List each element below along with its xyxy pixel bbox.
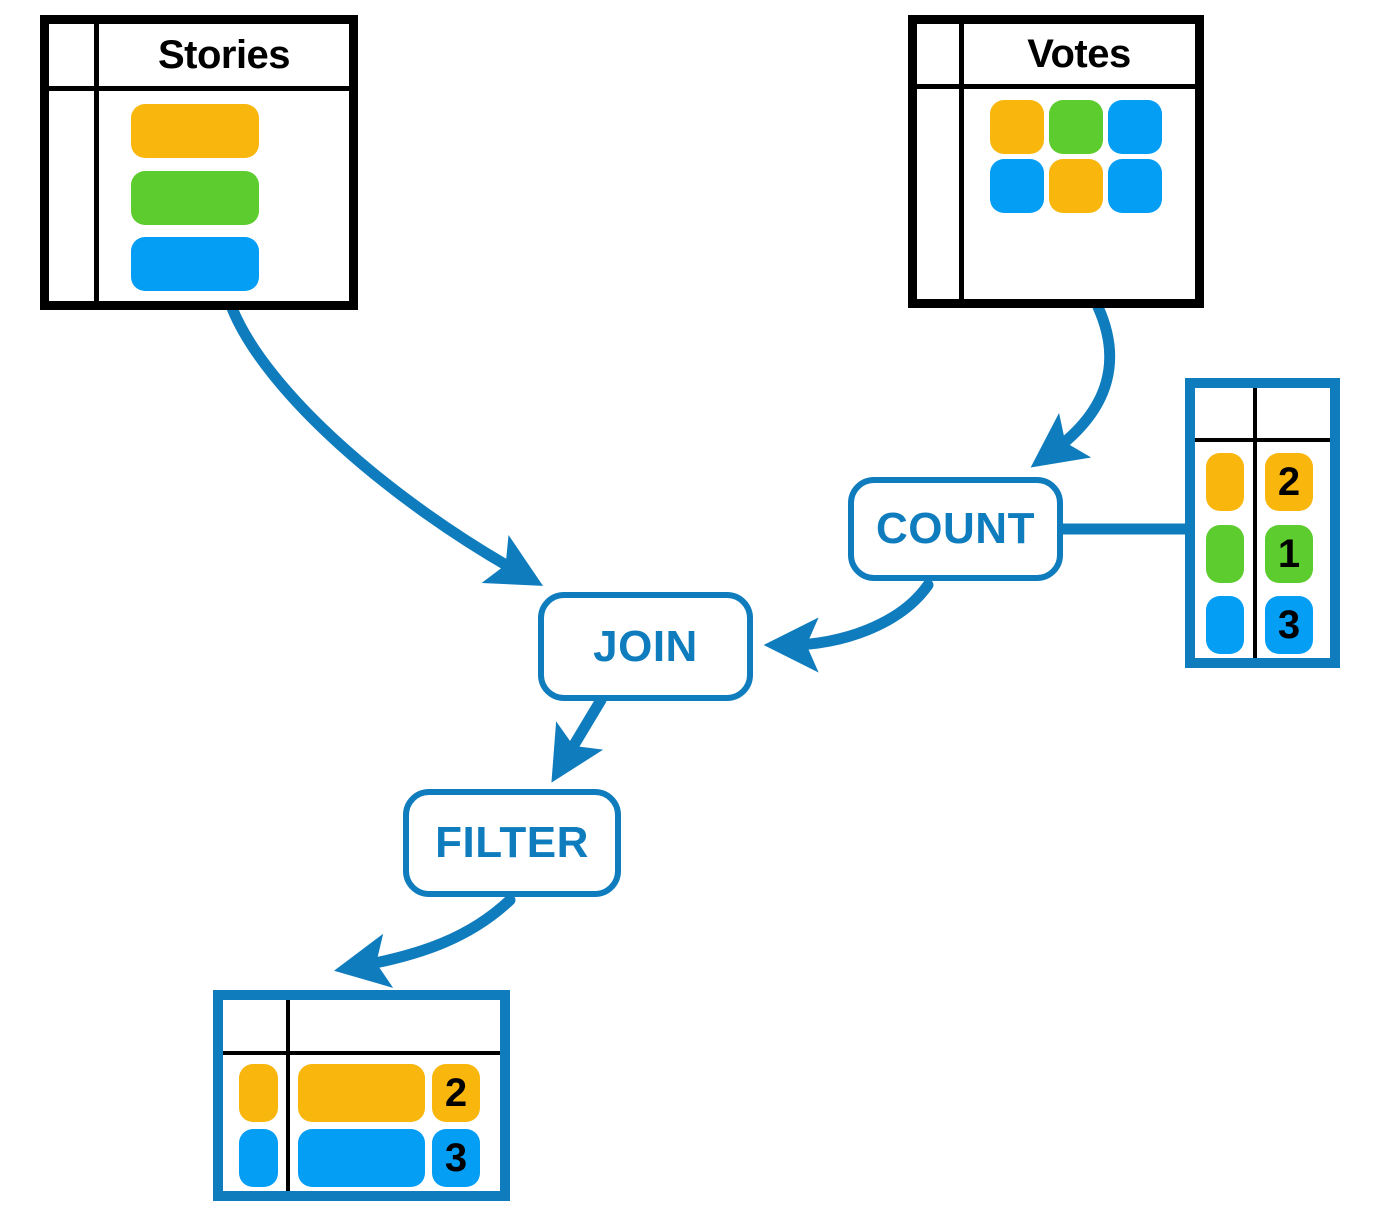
stories-row-chip-orange [131, 104, 259, 158]
final-result-table: 2 3 [213, 990, 510, 1201]
final-result-header-divider [223, 1051, 500, 1055]
stories-header-divider [49, 86, 349, 91]
votes-chip-r1c1-orange [990, 100, 1044, 154]
edge-stories-to-join [226, 302, 544, 586]
votes-chip-r2c1-blue [990, 159, 1044, 213]
stories-row-chip-blue [131, 237, 259, 291]
final-result-bar-blue [298, 1129, 425, 1187]
final-result-bar-orange [298, 1064, 425, 1122]
final-result-key-chip-orange [239, 1064, 278, 1122]
count-result-value-chip-1: 1 [1265, 525, 1313, 583]
edge-filter-to-final [334, 894, 516, 988]
edge-join-to-filter [551, 694, 607, 783]
diagram-canvas: Stories Votes 2 1 3 COUNT JOIN FILTER 2 … [0, 0, 1392, 1216]
stories-table: Stories [40, 15, 358, 310]
votes-chip-r2c2-orange [1049, 159, 1103, 213]
final-result-key-chip-blue [239, 1129, 278, 1187]
votes-table: Votes [908, 15, 1204, 308]
count-result-key-chip-orange [1206, 453, 1244, 511]
final-result-column-divider [286, 1000, 290, 1191]
votes-table-title: Votes [1027, 31, 1131, 76]
stories-table-title: Stories [157, 32, 291, 77]
final-result-value-chip-3: 3 [432, 1129, 480, 1187]
count-result-value-chip-3: 3 [1265, 596, 1313, 654]
edge-votes-to-count [1030, 301, 1116, 468]
count-result-key-chip-blue [1206, 596, 1244, 654]
votes-chip-r1c2-green [1049, 100, 1103, 154]
votes-header-divider [917, 84, 1195, 89]
stories-row-chip-green [131, 171, 259, 225]
count-result-key-chip-green [1206, 525, 1244, 583]
operator-node-filter[interactable]: FILTER [403, 789, 621, 897]
operator-node-count[interactable]: COUNT [848, 477, 1063, 581]
count-result-column-divider [1253, 388, 1257, 658]
edge-count-to-join [763, 579, 934, 673]
votes-chip-r2c3-blue [1108, 159, 1162, 213]
count-result-value-chip-2: 2 [1265, 453, 1313, 511]
count-result-table: 2 1 3 [1185, 378, 1340, 668]
count-result-header-divider [1195, 438, 1330, 442]
final-result-value-chip-2: 2 [432, 1064, 480, 1122]
operator-node-join[interactable]: JOIN [538, 592, 753, 701]
votes-chip-r1c3-blue [1108, 100, 1162, 154]
